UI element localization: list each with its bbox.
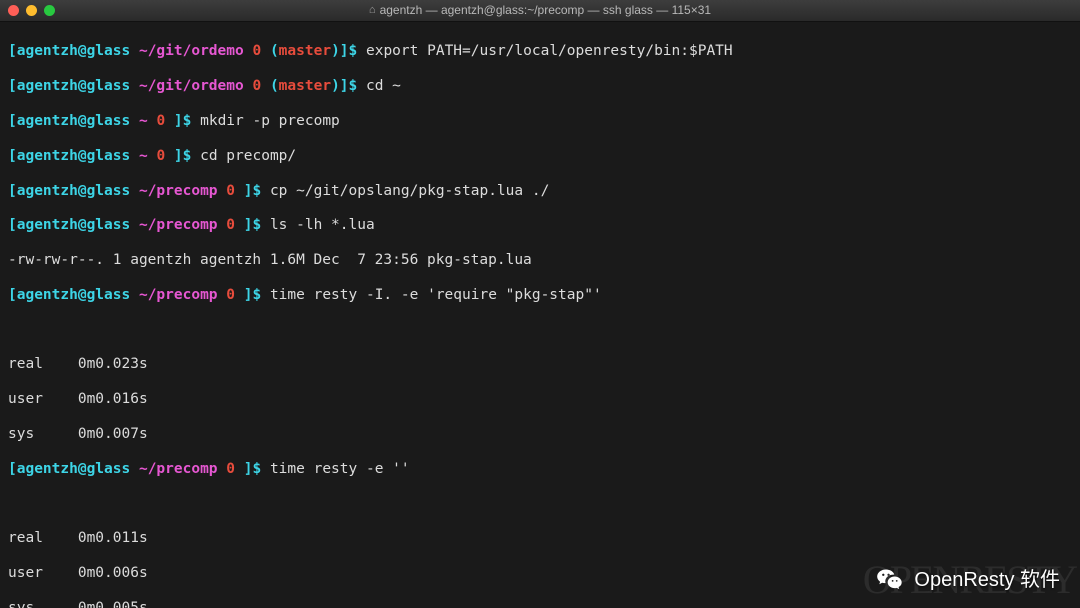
output-line: real 0m0.011s (8, 530, 1072, 547)
command-text: cd precomp/ (191, 148, 296, 164)
wechat-icon (876, 566, 904, 594)
command-text: ls -lh *.lua (261, 217, 375, 233)
command-text: mkdir -p precomp (191, 113, 339, 129)
prompt-line: [agentzh@glass ~/precomp 0 ]$ time resty… (8, 461, 1072, 478)
window-title: ⌂ agentzh — agentzh@glass:~/precomp — ss… (369, 3, 711, 17)
close-icon[interactable] (8, 5, 19, 16)
blank-line (8, 496, 1072, 513)
command-text: export PATH=/usr/local/openresty/bin:$PA… (357, 43, 732, 59)
prompt-line: [agentzh@glass ~ 0 ]$ mkdir -p precomp (8, 113, 1072, 130)
output-line: sys 0m0.005s (8, 600, 1072, 608)
maximize-icon[interactable] (44, 5, 55, 16)
terminal-body[interactable]: [agentzh@glass ~/git/ordemo 0 (master)]$… (0, 22, 1080, 608)
prompt-line: [agentzh@glass ~ 0 ]$ cd precomp/ (8, 148, 1072, 165)
output-line: real 0m0.023s (8, 356, 1072, 373)
titlebar: ⌂ agentzh — agentzh@glass:~/precomp — ss… (0, 0, 1080, 22)
output-line: user 0m0.016s (8, 391, 1072, 408)
traffic-lights (8, 5, 55, 16)
command-text: cp ~/git/opslang/pkg-stap.lua ./ (261, 183, 549, 199)
prompt-line: [agentzh@glass ~/precomp 0 ]$ cp ~/git/o… (8, 183, 1072, 200)
prompt-line: [agentzh@glass ~/git/ordemo 0 (master)]$… (8, 43, 1072, 60)
window-title-text: agentzh — agentzh@glass:~/precomp — ssh … (380, 3, 711, 17)
terminal-window: ⌂ agentzh — agentzh@glass:~/precomp — ss… (0, 0, 1080, 608)
watermark-text: OpenResty 软件 (914, 568, 1060, 592)
watermark: OpenResty 软件 (876, 566, 1060, 594)
output-line: sys 0m0.007s (8, 426, 1072, 443)
prompt-line: [agentzh@glass ~/git/ordemo 0 (master)]$… (8, 78, 1072, 95)
blank-line (8, 322, 1072, 339)
home-icon: ⌂ (369, 4, 376, 17)
command-text: time resty -e '' (261, 461, 409, 477)
output-line: -rw-rw-r--. 1 agentzh agentzh 1.6M Dec 7… (8, 252, 1072, 269)
prompt-line: [agentzh@glass ~/precomp 0 ]$ time resty… (8, 287, 1072, 304)
minimize-icon[interactable] (26, 5, 37, 16)
prompt-line: [agentzh@glass ~/precomp 0 ]$ ls -lh *.l… (8, 217, 1072, 234)
command-text: time resty -I. -e 'require "pkg-stap"' (261, 287, 601, 303)
command-text: cd ~ (357, 78, 401, 94)
